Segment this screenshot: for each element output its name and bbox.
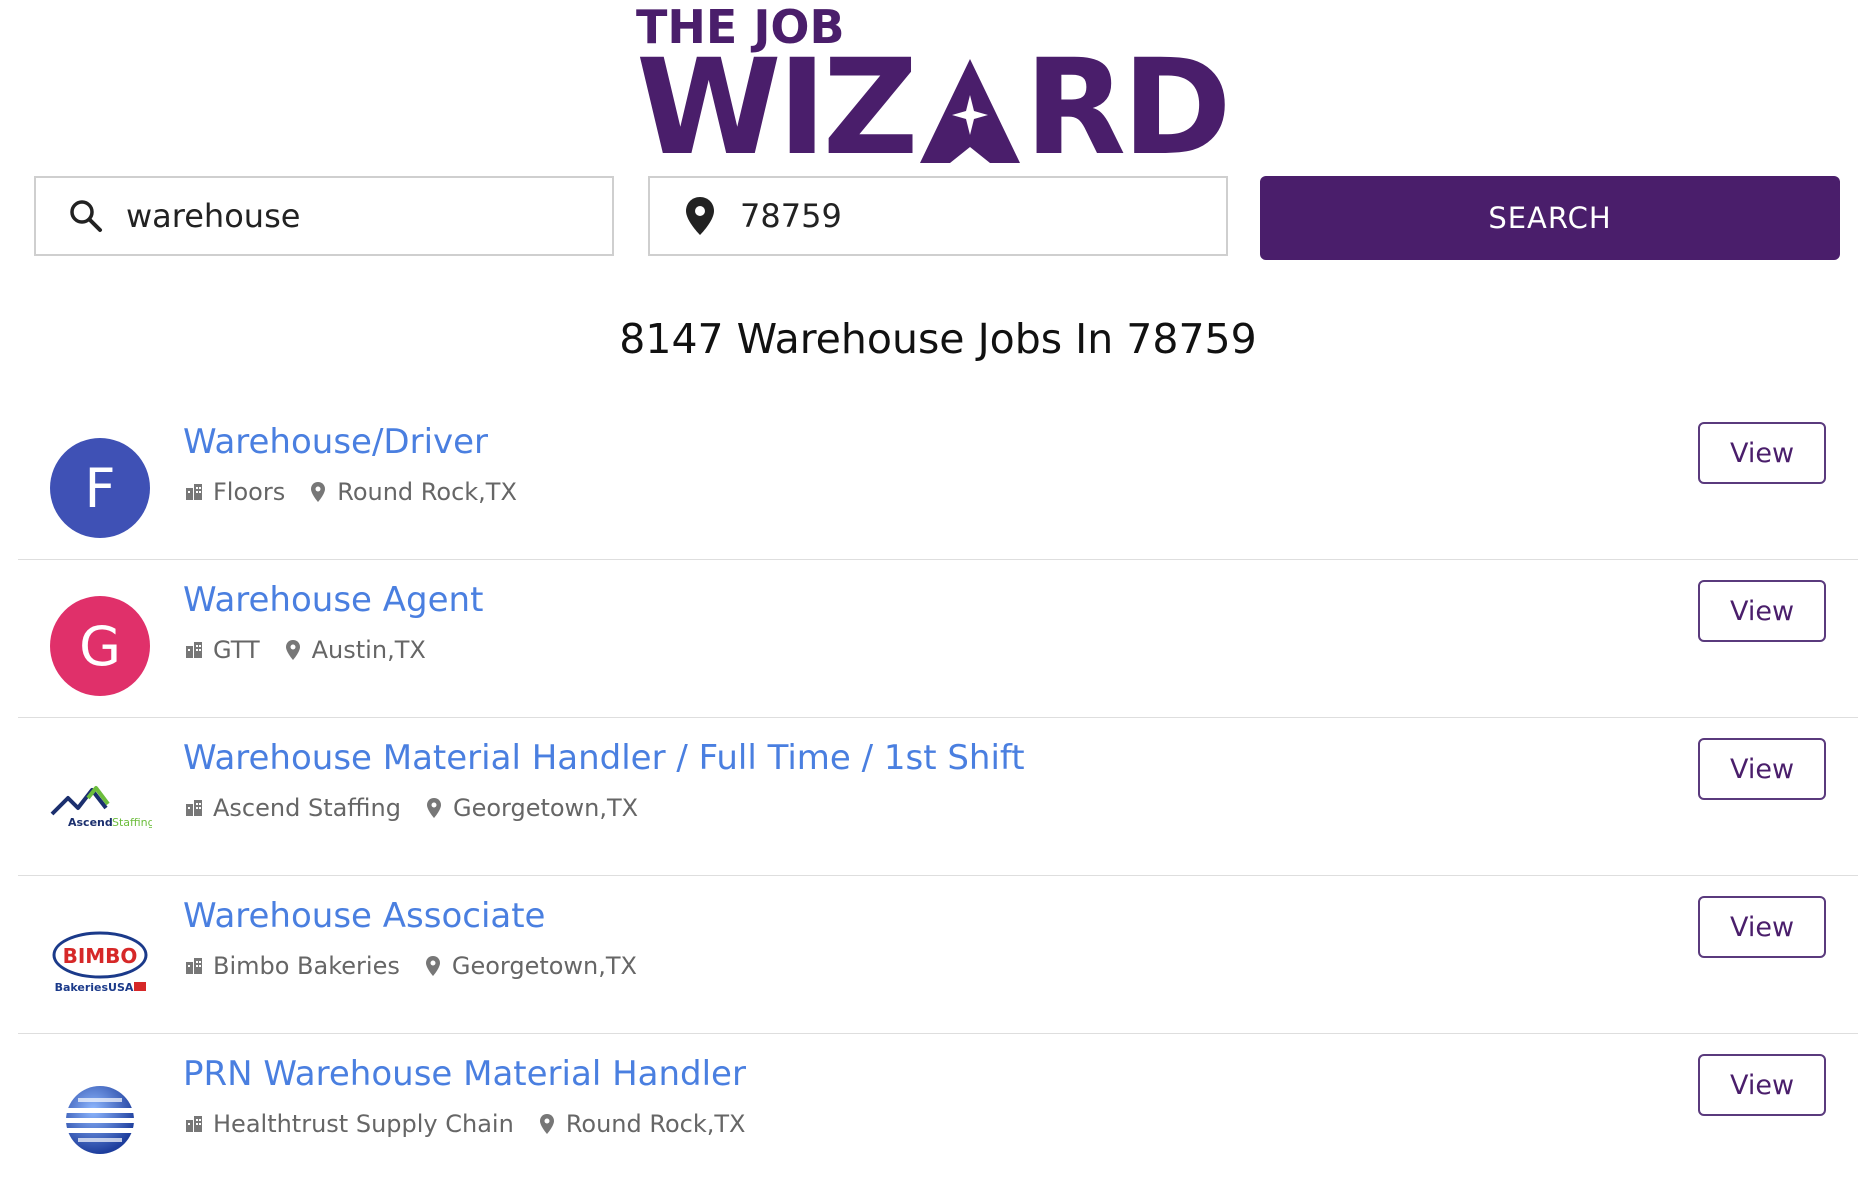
ascend-logo-text: Ascend (68, 816, 113, 829)
job-row: Ascend Staffing Warehouse Material Handl… (18, 718, 1858, 876)
job-row: BIMBO BakeriesUSA Warehouse Associate Bi… (18, 876, 1858, 1034)
logo-wordmark-end: RD (1024, 31, 1231, 185)
job-meta: Bimbo Bakeries Georgetown,TX (183, 952, 637, 980)
job-location: Round Rock,TX (337, 478, 517, 506)
company-avatar: G (50, 596, 150, 696)
job-title-link[interactable]: Warehouse Agent (183, 580, 483, 620)
bimbo-logo-text: BIMBO (63, 944, 138, 968)
site-logo[interactable]: THE JOB WIZ RD (636, 0, 1246, 174)
view-button[interactable]: View (1698, 896, 1826, 958)
keyword-input[interactable] (126, 197, 596, 235)
location-input[interactable] (740, 197, 1210, 235)
staffing-logo-text: Staffing (112, 816, 152, 829)
view-button[interactable]: View (1698, 422, 1826, 484)
search-button[interactable]: SEARCH (1260, 176, 1840, 260)
view-button[interactable]: View (1698, 738, 1826, 800)
company-name: GTT (213, 636, 260, 664)
logo-wordmark-start: WIZ (636, 31, 918, 185)
view-button[interactable]: View (1698, 580, 1826, 642)
building-icon (183, 797, 205, 819)
map-pin-icon (423, 797, 445, 819)
bakeries-usa-logo-text: BakeriesUSA (55, 981, 134, 994)
job-title-link[interactable]: Warehouse/Driver (183, 422, 488, 462)
map-pin-icon (282, 639, 304, 661)
company-name: Floors (213, 478, 286, 506)
company-name: Bimbo Bakeries (213, 952, 400, 980)
building-icon (183, 955, 205, 977)
map-pin-icon (536, 1113, 558, 1135)
building-icon (183, 1113, 205, 1135)
job-row: G Warehouse Agent GTT Austin,TX View (18, 560, 1858, 718)
healthtrust-globe-logo (48, 1070, 152, 1170)
job-meta: GTT Austin,TX (183, 636, 426, 664)
job-row: F Warehouse/Driver Floors Round Rock,TX … (18, 402, 1858, 560)
results-heading: 8147 Warehouse Jobs In 78759 (619, 315, 1257, 363)
wizard-hat-a-icon (916, 58, 1024, 163)
logo-line-2: WIZ RD (636, 42, 1232, 174)
building-icon (183, 639, 205, 661)
map-pin-icon (678, 194, 722, 238)
job-meta: Floors Round Rock,TX (183, 478, 517, 506)
ascend-staffing-logo: Ascend Staffing (48, 754, 152, 854)
job-meta: Healthtrust Supply Chain Round Rock,TX (183, 1110, 745, 1138)
job-location: Georgetown,TX (451, 952, 637, 980)
map-pin-icon (307, 481, 329, 503)
location-search-box[interactable] (648, 176, 1228, 256)
job-location: Round Rock,TX (565, 1110, 746, 1138)
search-icon (64, 194, 108, 238)
keyword-search-box[interactable] (34, 176, 614, 256)
building-icon (183, 481, 205, 503)
job-title-link[interactable]: Warehouse Associate (183, 896, 545, 936)
job-row: PRN Warehouse Material Handler Healthtru… (18, 1034, 1858, 1184)
job-title-link[interactable]: PRN Warehouse Material Handler (183, 1054, 746, 1094)
company-name: Ascend Staffing (213, 794, 401, 822)
company-avatar: F (50, 438, 150, 538)
job-location: Georgetown,TX (452, 794, 639, 822)
job-location: Austin,TX (311, 636, 426, 664)
job-meta: Ascend Staffing Georgetown,TX (183, 794, 638, 822)
map-pin-icon (422, 955, 444, 977)
view-button[interactable]: View (1698, 1054, 1826, 1116)
job-title-link[interactable]: Warehouse Material Handler / Full Time /… (183, 738, 1025, 778)
job-list: F Warehouse/Driver Floors Round Rock,TX … (18, 402, 1858, 1184)
bimbo-bakeries-logo: BIMBO BakeriesUSA (48, 912, 152, 1012)
company-name: Healthtrust Supply Chain (213, 1110, 514, 1138)
